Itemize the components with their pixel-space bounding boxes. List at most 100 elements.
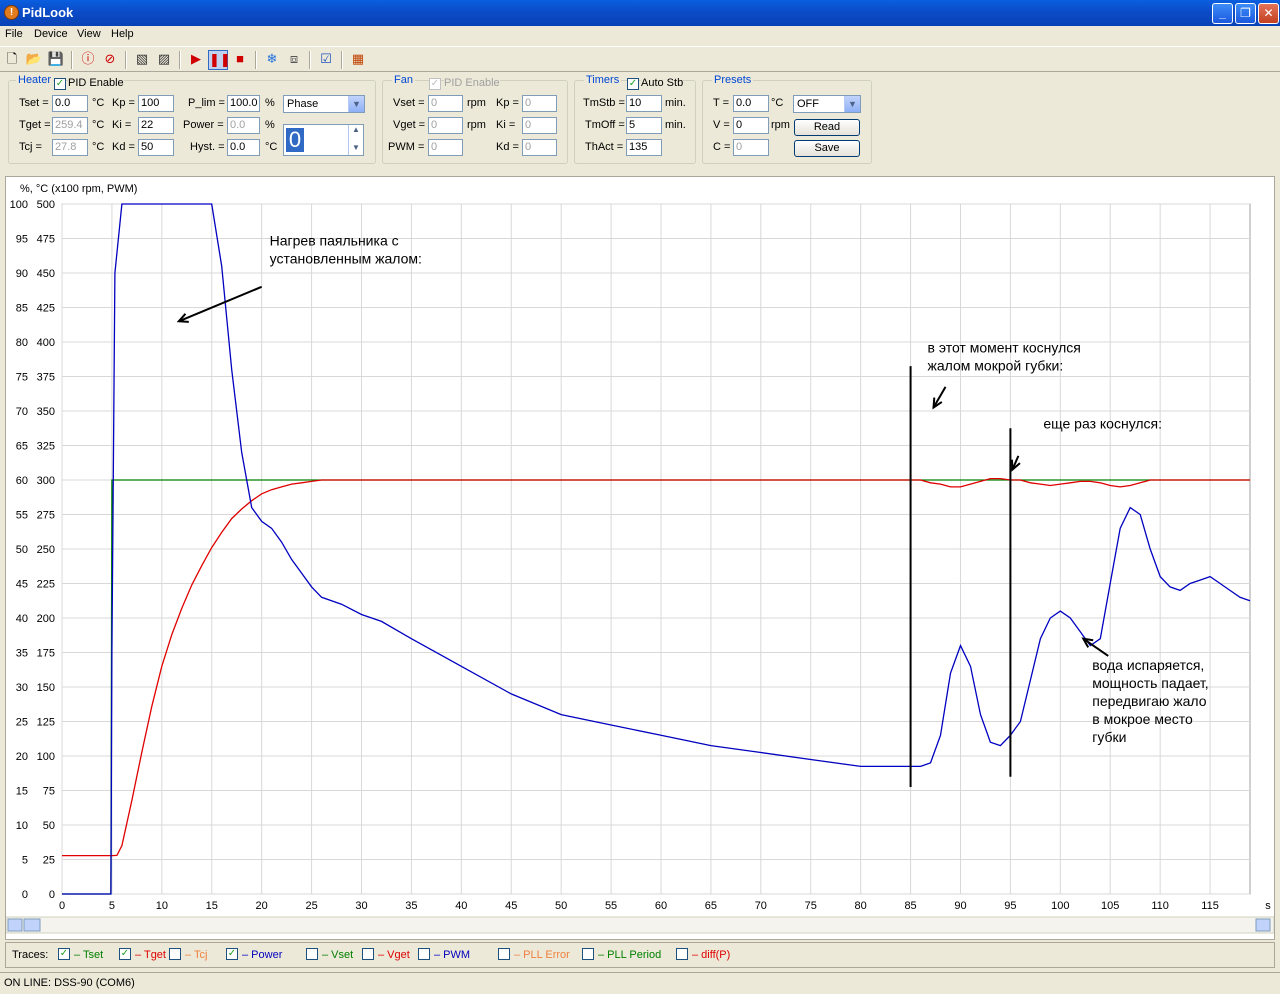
record-icon[interactable]: ▶ — [186, 50, 206, 70]
heater-mode-select[interactable]: Phase ▼ — [283, 95, 365, 113]
trace-checkbox[interactable] — [582, 948, 594, 961]
x-tick-label: 45 — [505, 900, 517, 912]
heater-pid-enable-checkbox[interactable]: ✓ — [54, 78, 66, 90]
trace-label: – Power — [242, 949, 283, 961]
heater-mode-value: Phase — [287, 98, 319, 110]
heater-kp-field[interactable]: 100 — [138, 95, 174, 112]
x-tick-label: 95 — [1004, 900, 1016, 912]
trace-checkbox[interactable]: ✓ — [119, 948, 131, 961]
chart-import-icon[interactable]: ▨ — [154, 50, 174, 70]
annotation-text: Нагрев паяльника с — [270, 232, 399, 248]
preset-t-field[interactable]: 0.0 — [733, 95, 769, 112]
trace-checkbox[interactable] — [498, 948, 510, 961]
trace-2[interactable]: – Tcj — [169, 948, 207, 961]
thact-field[interactable]: 135 — [626, 139, 662, 156]
checklist-icon[interactable]: ☑ — [316, 50, 336, 70]
close-button[interactable]: ✕ — [1258, 3, 1279, 24]
trace-label: – Tget — [135, 949, 166, 961]
fan-ki-label: Ki = — [496, 119, 516, 131]
menu-file[interactable]: File — [5, 28, 23, 40]
tmstb-field[interactable]: 10 — [626, 95, 662, 112]
trace-checkbox[interactable]: ✓ — [58, 948, 70, 961]
tmoff-label: TmOff = — [585, 119, 625, 131]
trace-6[interactable]: – PWM — [418, 948, 471, 961]
preset-v-field[interactable]: 0 — [733, 117, 769, 134]
chart-scrollbar-left-arrow — [7, 918, 23, 932]
menu-view[interactable]: View — [77, 28, 101, 40]
tmoff-field[interactable]: 5 — [626, 117, 662, 134]
preset-select[interactable]: OFF ▼ — [793, 95, 861, 113]
heater-group-label: Heater — [16, 74, 54, 86]
grid-icon[interactable]: ⧈ — [284, 50, 304, 70]
power-field: 0.0 — [227, 117, 260, 134]
menu-help[interactable]: Help — [111, 28, 134, 40]
trace-7[interactable]: – PLL Error — [498, 948, 570, 961]
trace-4[interactable]: – Vset — [306, 948, 353, 961]
power-label: Power = — [183, 119, 224, 131]
heater-ki-field[interactable]: 22 — [138, 117, 174, 134]
y-tick-label-temp: 100 — [37, 751, 55, 763]
auto-stb-checkbox[interactable]: ✓ — [627, 78, 639, 90]
read-button[interactable]: Read — [794, 119, 860, 136]
window-title: PidLook — [22, 5, 74, 20]
x-tick-label: 35 — [405, 900, 417, 912]
disconnect-icon[interactable]: ⊘ — [100, 50, 120, 70]
fan-pid-enable-label: PID Enable — [444, 77, 500, 89]
trace-5[interactable]: – Vget — [362, 948, 410, 961]
trace-label: – PWM — [434, 949, 471, 961]
x-tick-label: 5 — [109, 900, 115, 912]
tget-unit: °C — [92, 119, 105, 131]
fan-kp-label: Kp = — [496, 97, 519, 109]
save-button[interactable]: Save — [794, 140, 860, 157]
x-tick-label: 20 — [256, 900, 268, 912]
menu-device[interactable]: Device — [34, 28, 68, 40]
chart-scrollbar — [6, 916, 1274, 934]
vset-label: Vset = — [393, 97, 425, 109]
trace-3[interactable]: ✓ – Power — [226, 948, 283, 961]
y-tick-label-temp: 150 — [37, 682, 55, 694]
freeze-icon[interactable]: ❄ — [262, 50, 282, 70]
tmstb-label: TmStb = — [583, 97, 625, 109]
y-tick-label-temp: 275 — [37, 510, 55, 522]
heater-kd-field[interactable]: 50 — [138, 139, 174, 156]
y-tick-label-temp: 325 — [37, 441, 55, 453]
tset-field[interactable]: 0.0 — [52, 95, 88, 112]
y-tick-label-temp: 475 — [37, 234, 55, 246]
chart-export-icon[interactable]: ▧ — [132, 50, 152, 70]
save-icon[interactable]: 💾 — [46, 50, 66, 70]
stop-icon[interactable]: ■ — [230, 50, 250, 70]
maximize-button[interactable]: ❐ — [1235, 3, 1256, 24]
x-tick-label: 40 — [455, 900, 467, 912]
minimize-button[interactable]: _ — [1212, 3, 1233, 24]
palette-icon[interactable]: ▦ — [348, 50, 368, 70]
trace-0[interactable]: ✓ – Tset — [58, 948, 103, 961]
x-tick-label: 105 — [1101, 900, 1119, 912]
open-icon[interactable]: 📂 — [24, 50, 44, 70]
new-icon[interactable]: 🗋 — [2, 50, 22, 70]
vset-field: 0 — [428, 95, 463, 112]
annotation-text: в мокрое место — [1092, 711, 1193, 727]
connect-icon[interactable]: ⓘ — [78, 50, 98, 70]
thact-label: ThAct = — [585, 141, 624, 153]
y-tick-label-percent: 40 — [16, 613, 28, 625]
trace-checkbox[interactable] — [362, 948, 374, 961]
spin-arrows-icon[interactable]: ▲ ▼ — [348, 125, 363, 155]
trace-checkbox[interactable] — [676, 948, 688, 961]
x-tick-label: 90 — [954, 900, 966, 912]
trace-1[interactable]: ✓ – Tget — [119, 948, 166, 961]
trace-checkbox[interactable] — [418, 948, 430, 961]
trace-checkbox[interactable] — [169, 948, 181, 961]
y-tick-label-percent: 35 — [16, 648, 28, 660]
hyst-field[interactable]: 0.0 — [227, 139, 260, 156]
trace-8[interactable]: – PLL Period — [582, 948, 661, 961]
heater-spin-control[interactable]: 0 ▲ ▼ — [283, 124, 364, 156]
trace-checkbox[interactable] — [306, 948, 318, 961]
x-tick-label: 85 — [904, 900, 916, 912]
trace-checkbox[interactable]: ✓ — [226, 948, 238, 961]
y-tick-label-percent: 25 — [16, 717, 28, 729]
plim-field[interactable]: 100.0 — [227, 95, 260, 112]
trace-label: – Vget — [378, 949, 410, 961]
trace-9[interactable]: – diff(P) — [676, 948, 730, 961]
vset-unit: rpm — [467, 97, 486, 109]
pause-icon[interactable]: ❚❚ — [208, 50, 231, 70]
